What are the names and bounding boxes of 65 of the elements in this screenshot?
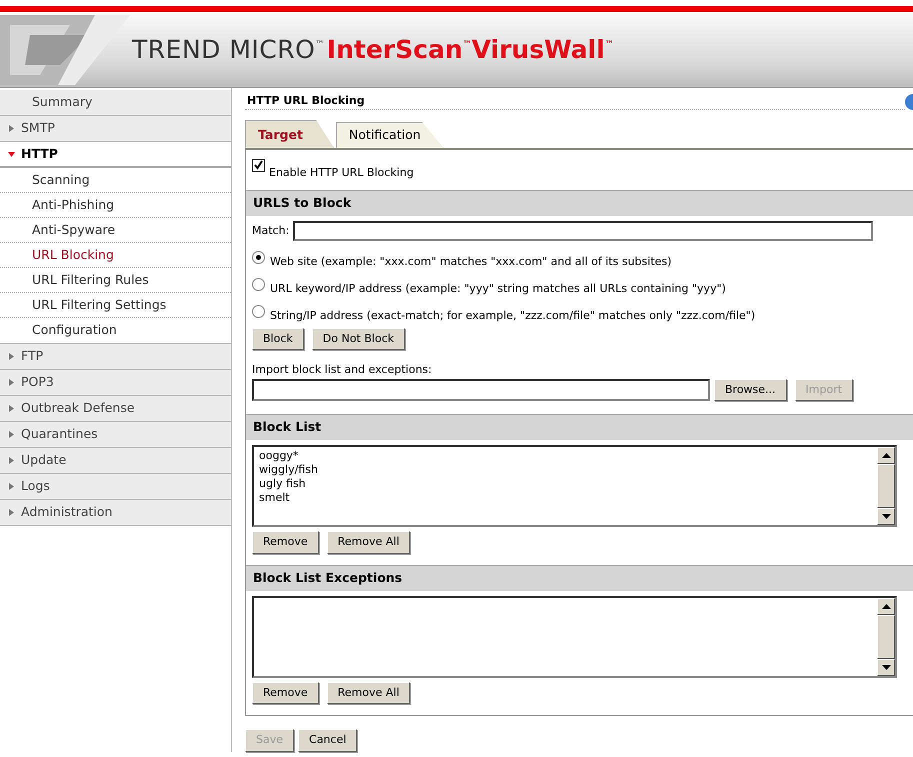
radio-button[interactable] xyxy=(252,278,265,291)
tab[interactable]: Notification xyxy=(336,122,444,148)
radio-label: Web site (example: "xxx.com" matches "xxx.com" and all of its subsites) xyxy=(270,254,672,270)
button[interactable]: Remove All xyxy=(326,682,410,704)
radio-label: URL keyword/IP address (example: "yyy" string matches all URLs containing "yyy") xyxy=(270,280,726,297)
list-item[interactable]: smelt xyxy=(259,491,872,506)
caret-down-icon xyxy=(8,150,15,158)
sidebar-subitem[interactable]: Anti-Phishing xyxy=(0,193,231,218)
checkbox[interactable] xyxy=(252,158,265,172)
tab[interactable]: Target xyxy=(245,120,334,148)
caret-right-icon xyxy=(8,431,15,438)
section-header: Block List xyxy=(246,414,913,440)
sidebar-subitem[interactable]: URL Filtering Settings xyxy=(0,293,231,318)
button[interactable]: Block xyxy=(252,328,304,350)
file-field[interactable] xyxy=(252,379,710,401)
field-label: Import block list and exceptions: xyxy=(252,362,433,378)
caret-right-icon xyxy=(8,125,15,132)
section-header: Block List Exceptions xyxy=(246,564,913,591)
list-box[interactable] xyxy=(252,596,897,678)
sidebar-subitem[interactable]: Scanning xyxy=(0,168,231,193)
scrollbar-thumb[interactable] xyxy=(877,464,895,508)
caret-right-icon xyxy=(8,379,15,386)
scroll-down-icon[interactable] xyxy=(882,514,890,520)
radio-label: String/IP address (exact-match; for example, "zzz.com/file" matches only "zzz.com/file") xyxy=(270,308,756,324)
caret-right-icon xyxy=(8,405,15,412)
sidebar-subitem[interactable]: URL Filtering Rules xyxy=(0,268,231,293)
section-header: URLS to Block xyxy=(246,190,913,216)
scrollbar-thumb[interactable] xyxy=(877,614,895,659)
page-title: HTTP URL Blocking xyxy=(245,88,905,110)
brand-name: TREND MICRO$^{™}$ xyxy=(132,34,325,66)
sidebar-item[interactable]: FTP xyxy=(0,344,231,370)
radio-button[interactable] xyxy=(252,304,265,318)
sidebar-subitem[interactable]: Anti-Spyware xyxy=(0,218,231,243)
list-box[interactable]: ooggy* wiggly/fish ugly fish smelt xyxy=(252,445,897,528)
scroll-down-icon[interactable] xyxy=(882,664,890,670)
sidebar-item[interactable]: Administration xyxy=(0,500,231,526)
caret-right-icon xyxy=(8,509,15,516)
button[interactable]: Remove All xyxy=(326,531,410,554)
scroll-up-icon[interactable] xyxy=(882,604,890,609)
sidebar-subitem[interactable]: Configuration xyxy=(0,318,231,343)
button[interactable]: Cancel xyxy=(298,729,358,752)
button[interactable]: Browse... xyxy=(714,378,787,402)
list-item[interactable]: ugly fish xyxy=(259,477,872,492)
sidebar-item[interactable]: Quarantines xyxy=(0,422,231,448)
sidebar-item[interactable]: POP3 xyxy=(0,370,231,396)
match-field[interactable] xyxy=(293,220,874,241)
product-name: InterScan$^{™}$VirusWall$^{™}$ xyxy=(326,34,614,66)
sidebar-item[interactable]: Outbreak Defense xyxy=(0,396,231,422)
checkbox-label: Enable HTTP URL Blocking xyxy=(269,165,414,182)
field-label: Match: xyxy=(252,222,290,238)
sidebar-item[interactable]: SMTP xyxy=(0,116,231,142)
sidebar-item[interactable]: Logs xyxy=(0,474,231,500)
sidebar-item[interactable]: Update xyxy=(0,448,231,474)
caret-right-icon xyxy=(8,457,15,464)
button[interactable]: Remove xyxy=(252,682,319,704)
button[interactable]: Remove xyxy=(252,531,319,554)
list-item[interactable]: wiggly/fish xyxy=(259,463,872,478)
list-item[interactable]: ooggy* xyxy=(259,449,872,464)
radio-button[interactable] xyxy=(252,250,265,264)
caret-right-icon xyxy=(8,353,15,360)
sidebar-subitem[interactable]: URL Blocking xyxy=(0,243,231,268)
sidebar-item[interactable]: Summary xyxy=(0,90,231,116)
caret-right-icon xyxy=(8,483,15,490)
button[interactable]: Do Not Block xyxy=(312,328,405,350)
scroll-up-icon[interactable] xyxy=(882,453,890,458)
